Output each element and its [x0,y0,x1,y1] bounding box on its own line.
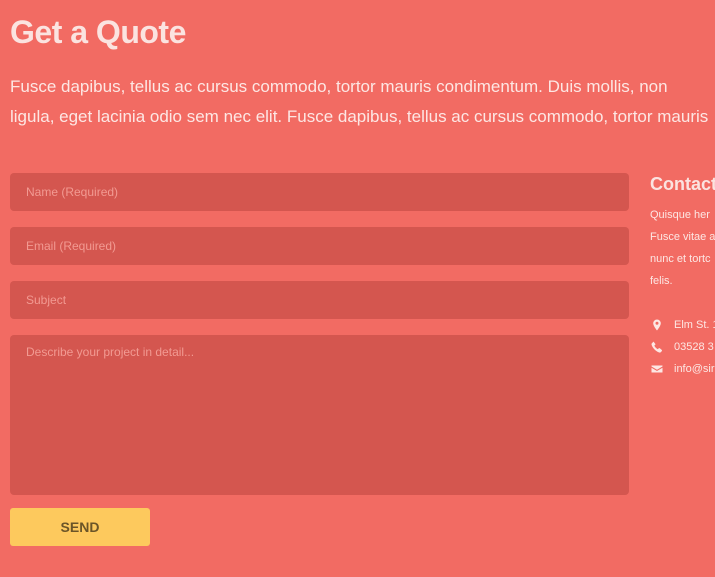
contact-list: Elm St. 1 03528 3 info@sir [650,314,715,380]
contact-email: info@sir [650,358,715,380]
contact-text-line: Quisque her [650,209,710,221]
contact-text-line: felis. [650,275,673,287]
contact-address-text: Elm St. 1 [674,319,715,331]
intro-line: ligula, eget lacinia odio sem nec elit. … [10,107,709,126]
envelope-icon [650,362,664,376]
page-title: Get a Quote [10,14,186,50]
contact-email-text: info@sir [674,363,715,375]
name-field[interactable] [10,173,629,211]
intro-paragraph: Fusce dapibus, tellus ac cursus commodo,… [10,72,715,132]
contact-phone: 03528 3 [650,336,715,358]
contact-title: Contact [650,174,715,194]
map-pin-icon [650,318,664,332]
contact-description: Quisque her Fusce vitae a nunc et tortc … [650,204,715,292]
contact-address: Elm St. 1 [650,314,715,336]
contact-text-line: nunc et tortc [650,253,711,265]
intro-line: Fusce dapibus, tellus ac cursus commodo,… [10,77,668,96]
contact-phone-text: 03528 3 [674,341,714,353]
send-button[interactable]: SEND [10,508,150,546]
contact-panel: Contact Quisque her Fusce vitae a nunc e… [650,170,715,380]
subject-field[interactable] [10,281,629,319]
contact-text-line: Fusce vitae a [650,231,715,243]
phone-icon [650,340,664,354]
email-field[interactable] [10,227,629,265]
message-field[interactable] [10,335,629,495]
